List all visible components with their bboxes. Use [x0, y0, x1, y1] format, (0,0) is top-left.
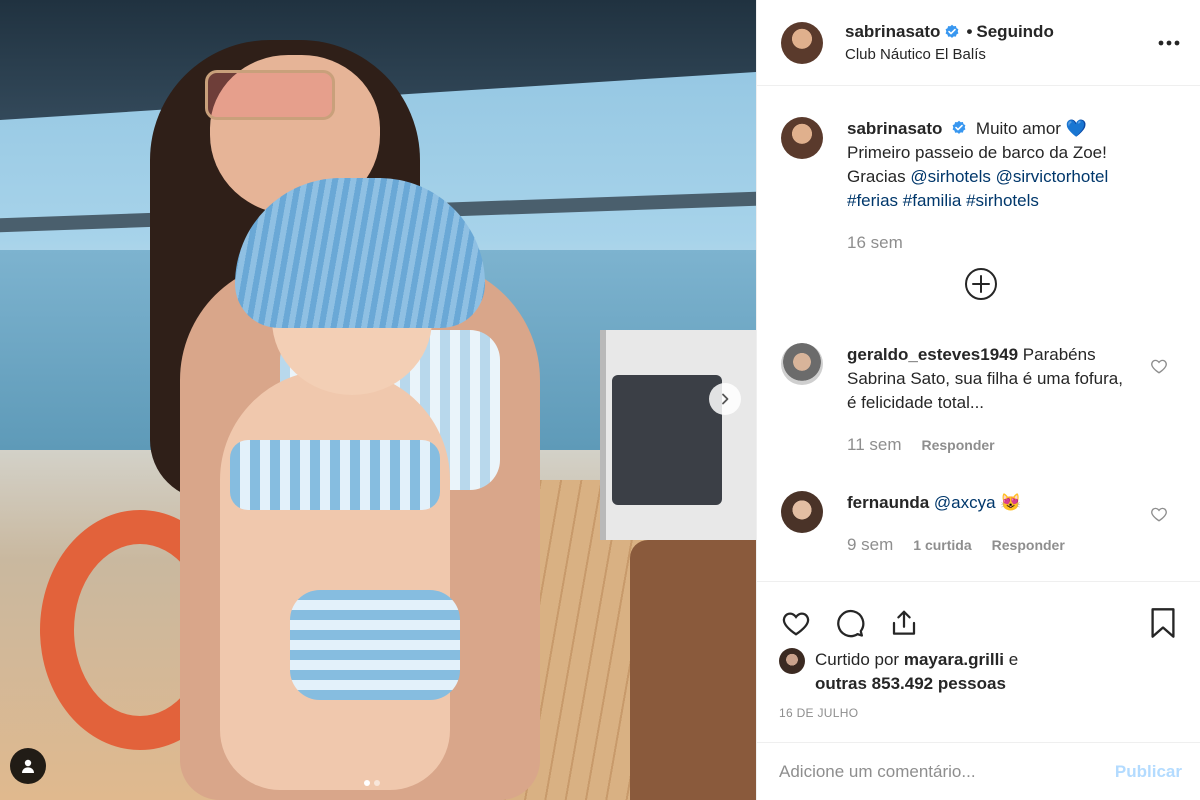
- hashtag-ferias[interactable]: #ferias: [847, 191, 898, 210]
- commenter-avatar[interactable]: [781, 343, 823, 385]
- liker-username[interactable]: mayara.grilli: [904, 650, 1004, 669]
- comment-item: fernaunda @axcya 😻 9 sem 1 curtida Respo…: [757, 491, 1200, 557]
- cabin-window: [612, 375, 722, 505]
- more-horizontal-icon: [1158, 40, 1180, 46]
- post-header: sabrinasato • Seguindo Club Náutico El B…: [757, 0, 1200, 86]
- boat-seat: [630, 540, 756, 800]
- baby-swimsuit-top: [230, 440, 440, 510]
- caption-timestamp[interactable]: 16 sem: [847, 231, 1147, 255]
- tagged-users-button[interactable]: [10, 748, 46, 784]
- blue-heart-emoji: 💙: [1065, 119, 1087, 138]
- save-button[interactable]: [1146, 606, 1180, 640]
- comment-timestamp[interactable]: 11 sem: [847, 433, 902, 457]
- post-photo[interactable]: [0, 0, 756, 800]
- author-avatar[interactable]: [781, 21, 823, 64]
- liker-avatar[interactable]: [779, 648, 805, 674]
- comment-item: geraldo_esteves1949 Parabéns Sabrina Sat…: [757, 343, 1200, 457]
- mention-sirhotels[interactable]: @sirhotels: [910, 167, 991, 186]
- likes-count-link[interactable]: outras 853.492 pessoas: [815, 674, 1006, 693]
- heart-icon: [782, 612, 810, 636]
- post-date[interactable]: 16 DE JULHO: [757, 696, 1200, 720]
- post-side-panel: sabrinasato • Seguindo Club Náutico El B…: [756, 0, 1200, 800]
- post-modal: sabrinasato • Seguindo Club Náutico El B…: [0, 0, 1200, 800]
- reply-button[interactable]: Responder: [922, 433, 995, 457]
- mention-sirvictorhotel[interactable]: @sirvictorhotel: [996, 167, 1109, 186]
- baby-swimsuit-bottom: [290, 590, 460, 700]
- carousel-dot-2: [374, 780, 380, 786]
- commenter-username[interactable]: geraldo_esteves1949: [847, 345, 1018, 364]
- action-bar: [757, 582, 1200, 648]
- comment-like-heart-icon[interactable]: [1150, 505, 1168, 523]
- load-more-comments-icon[interactable]: [964, 267, 998, 301]
- caption-username[interactable]: sabrinasato: [847, 119, 942, 138]
- bookmark-icon: [1151, 608, 1175, 638]
- caption-text-line1: Muito amor: [975, 119, 1061, 138]
- carousel-dot-1: [364, 780, 370, 786]
- comments-section[interactable]: sabrinasato Muito amor 💙 Primeiro passei…: [757, 87, 1200, 581]
- hashtag-familia[interactable]: #familia: [903, 191, 962, 210]
- commenter-username[interactable]: fernaunda: [847, 493, 929, 512]
- more-options-button[interactable]: [1156, 30, 1182, 56]
- caption-avatar[interactable]: [781, 117, 823, 159]
- share-button[interactable]: [887, 606, 921, 640]
- header-separator: •: [966, 22, 973, 41]
- comment-button[interactable]: [833, 606, 867, 640]
- verified-badge-icon: [952, 120, 966, 134]
- carousel-dots: [364, 780, 380, 786]
- like-button[interactable]: [779, 606, 813, 640]
- comment-timestamp[interactable]: 9 sem: [847, 533, 893, 557]
- reply-button[interactable]: Responder: [992, 533, 1065, 557]
- comment-like-heart-icon[interactable]: [1150, 357, 1168, 375]
- caption-text-line2: Primeiro passeio de barco da Zoe!: [847, 143, 1107, 162]
- heart-eyes-cat-emoji: 😻: [1000, 493, 1022, 512]
- add-comment-bar: Publicar: [757, 742, 1200, 800]
- likes-summary: Curtido por mayara.grilli e outras 853.4…: [757, 648, 1200, 696]
- comment-bubble-icon: [837, 609, 865, 638]
- mention-axcya[interactable]: @axcya: [934, 493, 996, 512]
- user-icon: [22, 759, 34, 773]
- post-caption: sabrinasato Muito amor 💙 Primeiro passei…: [757, 87, 1200, 255]
- caption-gracias: Gracias: [847, 167, 906, 186]
- sunglasses: [205, 70, 335, 120]
- hashtag-sirhotels[interactable]: #sirhotels: [966, 191, 1039, 210]
- carousel-next-button[interactable]: [709, 383, 741, 415]
- share-icon: [892, 610, 916, 635]
- following-button[interactable]: Seguindo: [976, 22, 1053, 42]
- post-actions-section: Curtido por mayara.grilli e outras 853.4…: [757, 581, 1200, 720]
- publish-button[interactable]: Publicar: [1115, 762, 1182, 782]
- comment-input[interactable]: [779, 761, 1115, 782]
- author-username[interactable]: sabrinasato: [845, 22, 940, 42]
- post-location[interactable]: Club Náutico El Balís: [845, 46, 1054, 63]
- verified-badge-icon: [946, 24, 959, 38]
- chevron-right-icon: [722, 393, 729, 405]
- liked-by-conj: e: [1008, 650, 1019, 669]
- liked-by-prefix: Curtido por: [815, 650, 900, 669]
- comment-likes-count[interactable]: 1 curtida: [913, 533, 971, 557]
- commenter-avatar[interactable]: [781, 491, 823, 533]
- baby-body: [220, 370, 450, 790]
